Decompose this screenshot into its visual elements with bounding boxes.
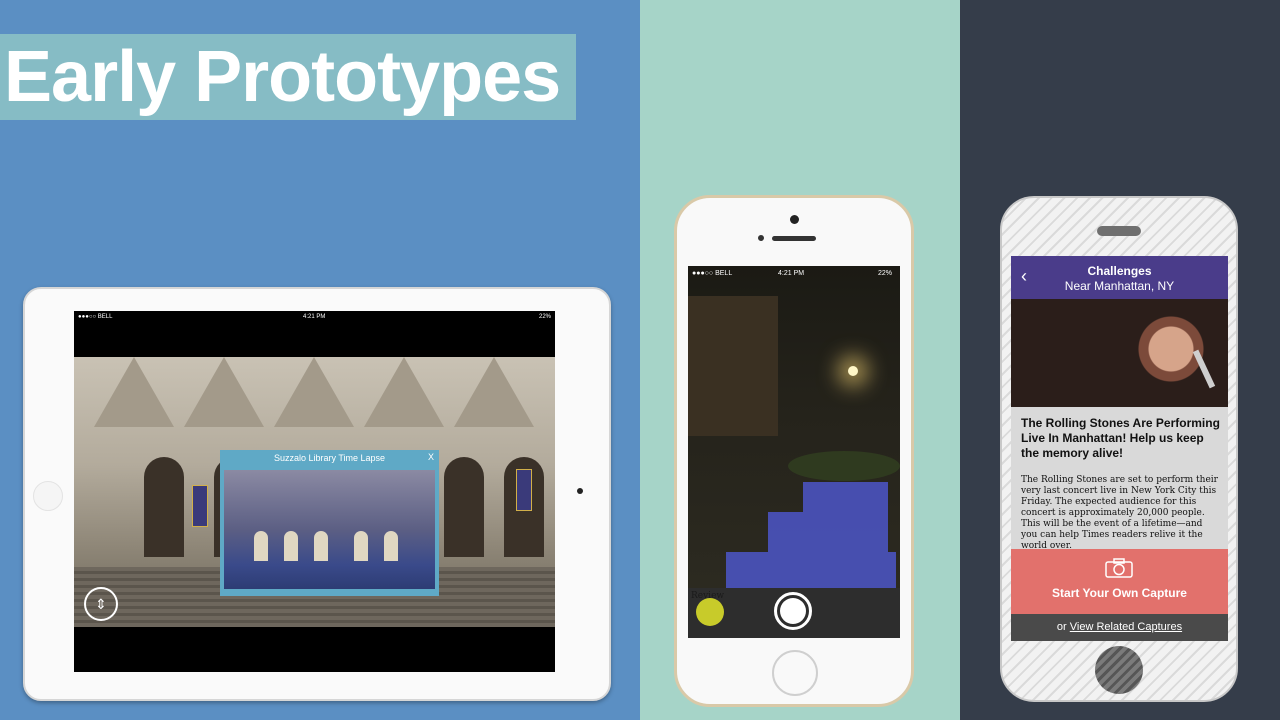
ipad-camera	[577, 488, 583, 494]
concert-photo	[1011, 299, 1228, 407]
challenges-header: ‹ Challenges Near Manhattan, NY	[1011, 256, 1228, 299]
arch	[444, 457, 484, 557]
shutter-inner	[780, 598, 806, 624]
iphone-status-bar: ●●●○○ BELL 4:21 PM 22%	[688, 266, 900, 280]
ipad-status-bar: ●●●○○ BELL 4:21 PM 22%	[74, 311, 555, 323]
blue-overlay	[803, 482, 888, 512]
clock-label: 4:21 PM	[303, 314, 326, 320]
challenge-body: The Rolling Stones are set to perform th…	[1021, 475, 1218, 551]
grass	[788, 451, 900, 481]
gable	[274, 357, 354, 427]
street-lamp	[848, 366, 858, 376]
arch	[144, 457, 184, 557]
footer-prefix: or	[1056, 621, 1067, 633]
iphone-screen: ●●●○○ BELL 4:21 PM 22% Review	[688, 266, 900, 638]
sketch-screen: ‹ Challenges Near Manhattan, NY The Roll…	[1011, 256, 1228, 641]
header-subtitle: Near Manhattan, NY	[1064, 279, 1175, 293]
arch	[284, 531, 298, 561]
clock-label: 4:21 PM	[778, 270, 805, 277]
slide-title: Early Prototypes	[4, 37, 561, 117]
arch	[384, 531, 398, 561]
battery-label: 22%	[538, 314, 551, 320]
start-capture-label: Start Your Own Capture	[1052, 586, 1187, 600]
sketch-speaker	[1097, 226, 1141, 236]
iphone-camera	[790, 215, 799, 224]
iphone-speaker	[772, 236, 816, 241]
ipad-home-button[interactable]	[33, 481, 63, 511]
iphone-home-button[interactable]	[772, 650, 818, 696]
gable	[364, 357, 444, 427]
sketch-home-button[interactable]	[1095, 646, 1143, 694]
shutter-icon[interactable]	[774, 592, 812, 630]
building	[688, 296, 778, 436]
view-related-link[interactable]: View Related Captures	[1070, 621, 1182, 633]
banner	[192, 485, 208, 527]
gable	[184, 357, 264, 427]
related-footer: or View Related Captures	[1011, 614, 1228, 641]
time-lapse-overlay[interactable]: Suzzalo Library Time Lapse X	[220, 450, 439, 596]
arch	[354, 531, 368, 561]
banner	[516, 469, 532, 511]
camera-bar: Review	[688, 588, 900, 638]
header-title: Challenges	[1087, 264, 1152, 278]
arch	[254, 531, 268, 561]
arch	[314, 531, 328, 561]
carrier-label: ●●●○○ BELL	[78, 314, 113, 320]
review-button[interactable]	[696, 598, 724, 626]
chevron-up-down-icon[interactable]: ⇕	[84, 587, 118, 621]
iphone-sensor	[758, 235, 764, 241]
time-lapse-image[interactable]	[224, 470, 435, 589]
camera-icon	[1105, 558, 1133, 578]
blue-overlay	[768, 512, 888, 552]
start-capture-button[interactable]: Start Your Own Capture	[1011, 549, 1228, 614]
battery-label: 22%	[877, 270, 892, 277]
overlay-title: Suzzalo Library Time Lapse	[273, 453, 386, 463]
blue-overlay	[726, 552, 896, 588]
challenge-headline: The Rolling Stones Are Performing Live I…	[1021, 416, 1220, 460]
gable	[94, 357, 174, 427]
close-icon[interactable]: X	[428, 452, 434, 462]
microphone	[1192, 349, 1216, 389]
ipad-screen: ●●●○○ BELL 4:21 PM 22% Suzzalo Library T…	[74, 311, 555, 672]
gable	[454, 357, 534, 427]
carrier-label: ●●●○○ BELL	[692, 270, 733, 277]
